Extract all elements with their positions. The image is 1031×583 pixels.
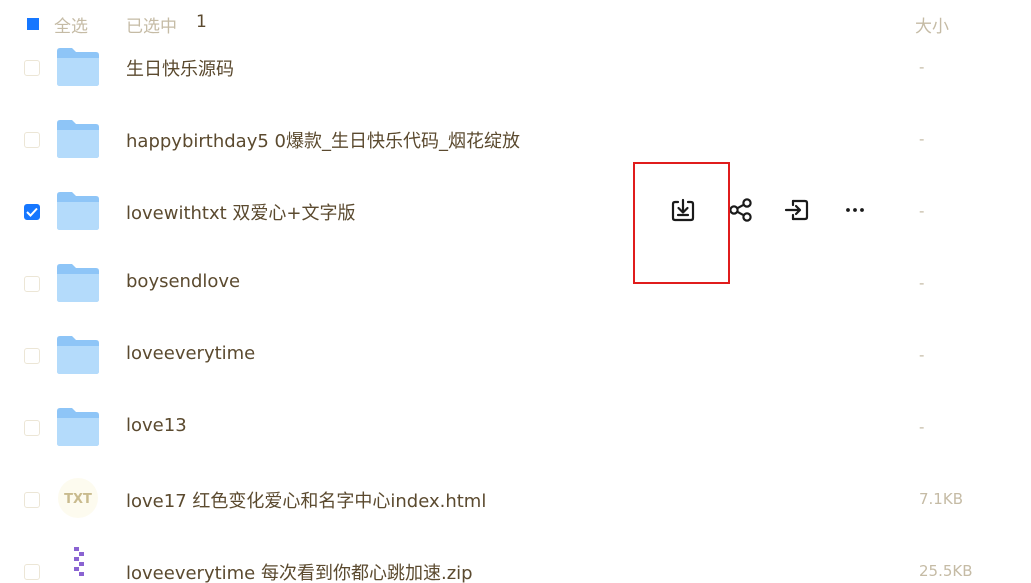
file-size: - xyxy=(919,130,925,148)
download-highlight-box xyxy=(633,162,730,284)
row-checkbox[interactable] xyxy=(24,132,40,148)
zip-file-icon xyxy=(55,545,101,583)
file-size: - xyxy=(919,202,925,220)
selected-count: 1 xyxy=(196,12,207,32)
file-name[interactable]: happybirthday5 0爆款_生日快乐代码_烟花绽放 xyxy=(126,127,520,153)
file-size: 25.5KB xyxy=(919,562,973,580)
row-checkbox[interactable] xyxy=(24,348,40,364)
file-row[interactable]: loveeverytime - xyxy=(0,319,1031,391)
folder-icon xyxy=(55,117,101,159)
row-checkbox[interactable] xyxy=(24,492,40,508)
file-row-selected[interactable]: lovewithtxt 双爱心+文字版 - xyxy=(0,175,1031,247)
move-to-icon[interactable] xyxy=(783,196,811,224)
row-checkbox[interactable] xyxy=(24,276,40,292)
file-row[interactable]: loveeverytime 每次看到你都心跳加速.zip 25.5KB xyxy=(0,535,1031,583)
folder-icon xyxy=(55,333,101,375)
checkmark-icon xyxy=(26,207,38,217)
row-checkbox[interactable] xyxy=(24,420,40,436)
file-size: 7.1KB xyxy=(919,490,963,508)
file-size: - xyxy=(919,274,925,292)
file-row[interactable]: TXT love17 红色变化爱心和名字中心index.html 7.1KB xyxy=(0,463,1031,535)
file-size: - xyxy=(919,58,925,76)
select-all-checkbox[interactable] xyxy=(27,18,39,30)
row-checkbox[interactable] xyxy=(24,564,40,580)
share-icon[interactable] xyxy=(727,196,755,224)
file-name[interactable]: loveeverytime xyxy=(126,343,255,364)
folder-icon xyxy=(55,189,101,231)
file-row[interactable]: boysendlove - xyxy=(0,247,1031,319)
file-name[interactable]: boysendlove xyxy=(126,271,240,292)
txt-icon-label: TXT xyxy=(64,492,92,507)
row-checkbox-checked[interactable] xyxy=(24,204,40,220)
file-name[interactable]: loveeverytime 每次看到你都心跳加速.zip xyxy=(126,559,473,583)
file-size: - xyxy=(919,346,925,364)
folder-icon xyxy=(55,261,101,303)
file-row[interactable]: 生日快乐源码 - xyxy=(0,31,1031,103)
folder-icon xyxy=(55,405,101,447)
folder-icon xyxy=(55,45,101,87)
row-checkbox[interactable] xyxy=(24,60,40,76)
file-row[interactable]: love13 - xyxy=(0,391,1031,463)
file-name[interactable]: lovewithtxt 双爱心+文字版 xyxy=(126,199,356,225)
file-size: - xyxy=(919,418,925,436)
file-list-page: 全选 已选中 1 大小 生日快乐源码 - happybirthday5 0爆款_… xyxy=(0,0,1031,583)
file-row[interactable]: happybirthday5 0爆款_生日快乐代码_烟花绽放 - xyxy=(0,103,1031,175)
file-name[interactable]: 生日快乐源码 xyxy=(126,55,234,81)
file-name[interactable]: love17 红色变化爱心和名字中心index.html xyxy=(126,487,486,513)
more-icon[interactable] xyxy=(841,196,869,224)
file-name[interactable]: love13 xyxy=(126,415,187,436)
txt-file-icon: TXT xyxy=(55,477,101,519)
